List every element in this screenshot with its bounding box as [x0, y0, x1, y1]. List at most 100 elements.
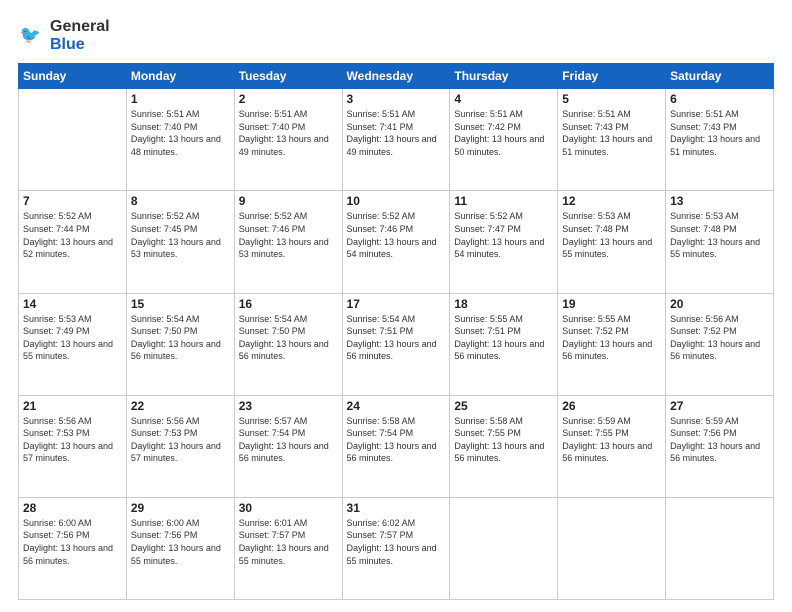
day-info: Sunrise: 5:58 AMSunset: 7:55 PMDaylight:… — [454, 415, 553, 465]
calendar-cell: 10 Sunrise: 5:52 AMSunset: 7:46 PMDayligh… — [342, 191, 450, 293]
calendar-cell: 1 Sunrise: 5:51 AMSunset: 7:40 PMDaylight… — [126, 89, 234, 191]
calendar-cell — [19, 89, 127, 191]
calendar-cell: 15Sunrise: 5:54 AMSunset: 7:50 PMDayligh… — [126, 293, 234, 395]
day-number: 16 — [239, 297, 338, 311]
calendar-cell: 30 Sunrise: 6:01 AMSunset: 7:57 PMDayligh… — [234, 497, 342, 599]
day-info: Sunrise: 5:54 AMSunset: 7:51 PMDaylight:… — [347, 313, 446, 363]
logo: 🐦 General Blue — [18, 18, 110, 53]
calendar-cell: 11 Sunrise: 5:52 AMSunset: 7:47 PMDayligh… — [450, 191, 558, 293]
day-info: Sunrise: 5:59 AMSunset: 7:56 PMDaylight:… — [670, 415, 769, 465]
calendar-cell: 31 Sunrise: 6:02 AMSunset: 7:57 PMDayligh… — [342, 497, 450, 599]
page: 🐦 General Blue SundayMondayTuesdayWednes… — [0, 0, 792, 612]
logo-text-general: General — [50, 18, 110, 36]
calendar-cell: 27Sunrise: 5:59 AMSunset: 7:56 PMDayligh… — [666, 395, 774, 497]
day-info: Sunrise: 5:55 AMSunset: 7:52 PMDaylight:… — [562, 313, 661, 363]
day-info: Sunrise: 5:52 AMSunset: 7:47 PMDaylight:… — [454, 210, 553, 260]
calendar-week-row: 21 Sunrise: 5:56 AMSunset: 7:53 PMDayligh… — [19, 395, 774, 497]
day-info: Sunrise: 5:59 AMSunset: 7:55 PMDaylight:… — [562, 415, 661, 465]
calendar-cell: 3 Sunrise: 5:51 AMSunset: 7:41 PMDaylight… — [342, 89, 450, 191]
calendar-cell: 7 Sunrise: 5:52 AMSunset: 7:44 PMDaylight… — [19, 191, 127, 293]
day-info: Sunrise: 5:58 AMSunset: 7:54 PMDaylight:… — [347, 415, 446, 465]
day-number: 2 — [239, 92, 338, 106]
calendar-week-row: 14Sunrise: 5:53 AMSunset: 7:49 PMDayligh… — [19, 293, 774, 395]
day-info: Sunrise: 5:57 AMSunset: 7:54 PMDaylight:… — [239, 415, 338, 465]
calendar-cell: 20Sunrise: 5:56 AMSunset: 7:52 PMDayligh… — [666, 293, 774, 395]
calendar-week-row: 1 Sunrise: 5:51 AMSunset: 7:40 PMDaylight… — [19, 89, 774, 191]
day-info: Sunrise: 6:02 AMSunset: 7:57 PMDaylight:… — [347, 517, 446, 567]
day-number: 10 — [347, 194, 446, 208]
calendar-cell: 26 Sunrise: 5:59 AMSunset: 7:55 PMDayligh… — [558, 395, 666, 497]
day-number: 30 — [239, 501, 338, 515]
day-info: Sunrise: 5:51 AMSunset: 7:41 PMDaylight:… — [347, 108, 446, 158]
calendar-cell: 16 Sunrise: 5:54 AMSunset: 7:50 PMDayligh… — [234, 293, 342, 395]
day-info: Sunrise: 5:56 AMSunset: 7:53 PMDaylight:… — [131, 415, 230, 465]
calendar-header-tuesday: Tuesday — [234, 64, 342, 89]
day-number: 31 — [347, 501, 446, 515]
day-number: 23 — [239, 399, 338, 413]
calendar-cell: 12 Sunrise: 5:53 AMSunset: 7:48 PMDayligh… — [558, 191, 666, 293]
day-info: Sunrise: 5:52 AMSunset: 7:44 PMDaylight:… — [23, 210, 122, 260]
logo-text-blue: Blue — [50, 36, 110, 54]
day-info: Sunrise: 5:51 AMSunset: 7:42 PMDaylight:… — [454, 108, 553, 158]
day-number: 3 — [347, 92, 446, 106]
calendar-header-wednesday: Wednesday — [342, 64, 450, 89]
calendar-cell: 17Sunrise: 5:54 AMSunset: 7:51 PMDayligh… — [342, 293, 450, 395]
calendar-cell — [450, 497, 558, 599]
calendar-header-saturday: Saturday — [666, 64, 774, 89]
day-number: 19 — [562, 297, 661, 311]
day-info: Sunrise: 6:00 AMSunset: 7:56 PMDaylight:… — [23, 517, 122, 567]
calendar-cell: 18 Sunrise: 5:55 AMSunset: 7:51 PMDayligh… — [450, 293, 558, 395]
calendar-week-row: 28Sunrise: 6:00 AMSunset: 7:56 PMDayligh… — [19, 497, 774, 599]
day-info: Sunrise: 5:51 AMSunset: 7:40 PMDaylight:… — [239, 108, 338, 158]
day-number: 14 — [23, 297, 122, 311]
calendar-cell — [666, 497, 774, 599]
calendar-cell: 25Sunrise: 5:58 AMSunset: 7:55 PMDayligh… — [450, 395, 558, 497]
calendar-cell: 24 Sunrise: 5:58 AMSunset: 7:54 PMDayligh… — [342, 395, 450, 497]
day-number: 12 — [562, 194, 661, 208]
day-number: 11 — [454, 194, 553, 208]
day-number: 9 — [239, 194, 338, 208]
day-info: Sunrise: 5:55 AMSunset: 7:51 PMDaylight:… — [454, 313, 553, 363]
day-info: Sunrise: 5:51 AMSunset: 7:43 PMDaylight:… — [670, 108, 769, 158]
svg-text:🐦: 🐦 — [20, 25, 41, 44]
day-info: Sunrise: 5:52 AMSunset: 7:46 PMDaylight:… — [347, 210, 446, 260]
day-number: 1 — [131, 92, 230, 106]
day-number: 4 — [454, 92, 553, 106]
day-number: 15 — [131, 297, 230, 311]
day-number: 29 — [131, 501, 230, 515]
day-info: Sunrise: 5:52 AMSunset: 7:45 PMDaylight:… — [131, 210, 230, 260]
day-number: 7 — [23, 194, 122, 208]
calendar-header-row: SundayMondayTuesdayWednesdayThursdayFrid… — [19, 64, 774, 89]
day-info: Sunrise: 5:52 AMSunset: 7:46 PMDaylight:… — [239, 210, 338, 260]
day-info: Sunrise: 5:54 AMSunset: 7:50 PMDaylight:… — [239, 313, 338, 363]
calendar-cell: 13 Sunrise: 5:53 AMSunset: 7:48 PMDayligh… — [666, 191, 774, 293]
day-number: 26 — [562, 399, 661, 413]
day-number: 6 — [670, 92, 769, 106]
calendar-cell: 21 Sunrise: 5:56 AMSunset: 7:53 PMDayligh… — [19, 395, 127, 497]
calendar-header-sunday: Sunday — [19, 64, 127, 89]
day-number: 18 — [454, 297, 553, 311]
day-number: 24 — [347, 399, 446, 413]
day-number: 8 — [131, 194, 230, 208]
calendar-cell: 4 Sunrise: 5:51 AMSunset: 7:42 PMDaylight… — [450, 89, 558, 191]
calendar-table: SundayMondayTuesdayWednesdayThursdayFrid… — [18, 63, 774, 600]
day-info: Sunrise: 5:56 AMSunset: 7:53 PMDaylight:… — [23, 415, 122, 465]
calendar-week-row: 7 Sunrise: 5:52 AMSunset: 7:44 PMDaylight… — [19, 191, 774, 293]
calendar-cell: 8 Sunrise: 5:52 AMSunset: 7:45 PMDaylight… — [126, 191, 234, 293]
calendar-header-friday: Friday — [558, 64, 666, 89]
logo-icon: 🐦 — [18, 22, 46, 50]
calendar-header-thursday: Thursday — [450, 64, 558, 89]
day-number: 21 — [23, 399, 122, 413]
day-number: 13 — [670, 194, 769, 208]
day-info: Sunrise: 6:01 AMSunset: 7:57 PMDaylight:… — [239, 517, 338, 567]
day-number: 22 — [131, 399, 230, 413]
calendar-cell: 23 Sunrise: 5:57 AMSunset: 7:54 PMDayligh… — [234, 395, 342, 497]
day-info: Sunrise: 5:53 AMSunset: 7:48 PMDaylight:… — [562, 210, 661, 260]
day-number: 20 — [670, 297, 769, 311]
day-info: Sunrise: 5:51 AMSunset: 7:43 PMDaylight:… — [562, 108, 661, 158]
day-number: 5 — [562, 92, 661, 106]
calendar-cell: 28Sunrise: 6:00 AMSunset: 7:56 PMDayligh… — [19, 497, 127, 599]
day-info: Sunrise: 5:51 AMSunset: 7:40 PMDaylight:… — [131, 108, 230, 158]
calendar-cell: 2 Sunrise: 5:51 AMSunset: 7:40 PMDaylight… — [234, 89, 342, 191]
day-info: Sunrise: 5:53 AMSunset: 7:48 PMDaylight:… — [670, 210, 769, 260]
